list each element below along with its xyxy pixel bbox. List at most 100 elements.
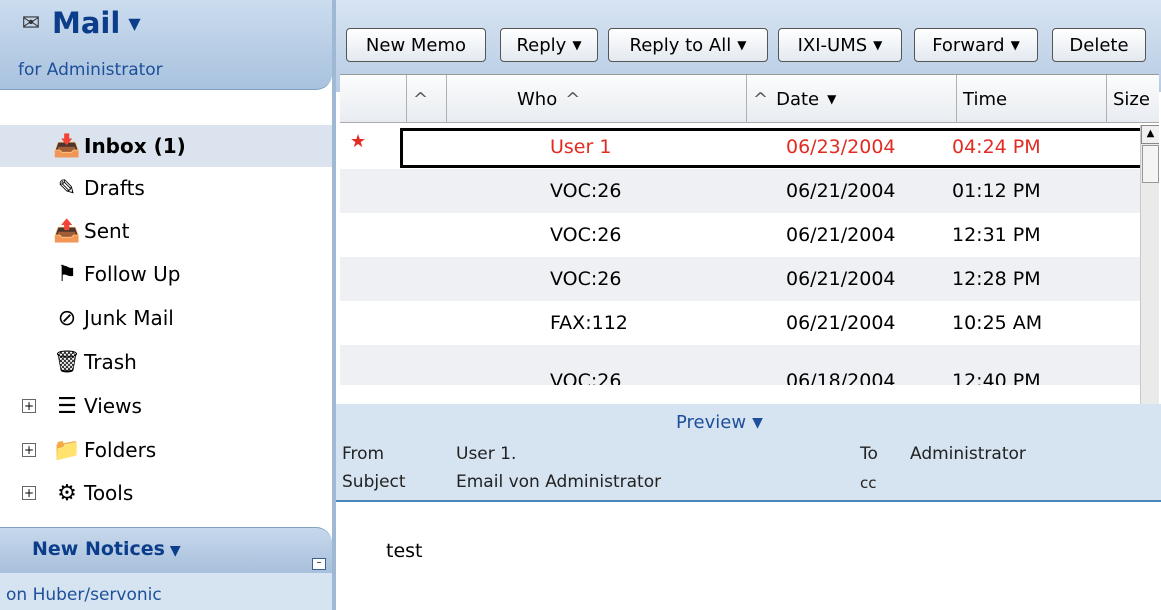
sidebar-item-views[interactable]: + ☰ Views <box>0 385 332 427</box>
from-value: User 1. <box>456 444 517 464</box>
new-notices-header[interactable]: New Notices ▼ – <box>0 527 332 573</box>
sent-icon: 📤 <box>53 218 81 244</box>
cell-date: 06/21/2004 <box>786 312 896 334</box>
column-date[interactable]: ^ Date ▼ <box>746 75 956 123</box>
navigation-pane: ✉ Mail ▼ for Administrator 📥 Inbox (1) ✎… <box>0 0 336 610</box>
message-list: ^ Who ^ ^ Date ▼ Time Size ★ User 1 06/23/2… <box>340 74 1159 404</box>
cell-who: VOC:26 <box>550 268 622 290</box>
scroll-up-icon[interactable]: ▲ <box>1141 125 1159 144</box>
reply-button[interactable]: Reply ▼ <box>500 28 598 62</box>
cell-date: 06/21/2004 <box>786 180 896 202</box>
cell-who: VOC:26 <box>550 224 622 246</box>
sort-icon: ^ <box>753 88 769 110</box>
sidebar-item-trash[interactable]: 🗑 Trash <box>0 341 332 383</box>
views-icon: ☰ <box>57 393 77 419</box>
expand-icon[interactable]: + <box>22 399 36 413</box>
sidebar-item-label: Sent <box>84 219 130 243</box>
cell-who: VOC:26 <box>550 180 622 202</box>
mail-owner: for Administrator <box>18 60 163 80</box>
tools-icon: ⚙ <box>57 480 77 506</box>
follow-up-icon: ⚑ <box>57 261 77 287</box>
vertical-scrollbar[interactable]: ▲ ▼ <box>1140 125 1159 404</box>
preview-toggle[interactable]: Preview ▼ <box>676 412 763 433</box>
sort-icon[interactable]: ^ <box>406 75 446 123</box>
cell-who: VOC:26 <box>550 370 622 385</box>
sidebar-item-junk-mail[interactable]: ⊘ Junk Mail <box>0 297 332 339</box>
chevron-down-icon: ▼ <box>737 38 747 52</box>
minimize-icon[interactable]: – <box>312 558 326 570</box>
cell-date: 06/21/2004 <box>786 268 896 290</box>
new-notices-source: on Huber/servonic <box>0 573 332 610</box>
cell-date: 06/21/2004 <box>786 224 896 246</box>
cell-time: 12:28 PM <box>952 268 1041 290</box>
message-list-header: ^ Who ^ ^ Date ▼ Time Size <box>340 75 1159 123</box>
column-time[interactable]: Time <box>956 75 1106 123</box>
table-row[interactable]: VOC:26 06/21/2004 12:28 PM <box>340 257 1140 301</box>
forward-button[interactable]: Forward ▼ <box>914 28 1038 62</box>
sidebar-item-inbox[interactable]: 📥 Inbox (1) <box>0 125 332 167</box>
chevron-down-icon: ▼ <box>164 543 181 559</box>
sidebar-item-label: Tools <box>84 481 134 505</box>
expand-icon[interactable]: + <box>22 443 36 457</box>
cell-date: 06/23/2004 <box>786 136 896 158</box>
mail-envelope-icon: ✉ <box>21 10 41 36</box>
trash-icon: 🗑 <box>53 349 81 375</box>
drafts-icon: ✎ <box>57 175 77 201</box>
sidebar-item-folders[interactable]: + 📁 Folders <box>0 429 332 471</box>
chevron-down-icon: ▼ <box>827 92 837 106</box>
column-who[interactable]: Who ^ <box>446 75 746 123</box>
preview-body: test <box>336 502 1161 610</box>
folder-icon: 📁 <box>53 437 81 463</box>
from-label: From <box>342 444 385 464</box>
scroll-thumb[interactable] <box>1142 145 1159 183</box>
subject-value: Email von Administrator <box>456 472 662 492</box>
mail-header: ✉ Mail ▼ for Administrator <box>0 0 332 90</box>
column-size[interactable]: Size <box>1106 75 1159 123</box>
chevron-down-icon: ▼ <box>873 38 883 52</box>
to-label: To <box>860 444 878 464</box>
sidebar-item-label: Trash <box>84 350 137 374</box>
chevron-down-icon: ▼ <box>752 414 763 431</box>
ixi-ums-button[interactable]: IXI-UMS ▼ <box>778 28 902 62</box>
reply-to-all-button[interactable]: Reply to All ▼ <box>608 28 768 62</box>
cell-date: 06/18/2004 <box>786 370 896 385</box>
new-memo-button[interactable]: New Memo <box>346 28 486 62</box>
chevron-down-icon: ▼ <box>1010 38 1020 52</box>
table-row[interactable]: VOC:26 06/18/2004 12:40 PM <box>340 345 1140 385</box>
sidebar-item-label: Views <box>84 394 142 418</box>
sidebar-item-label: Folders <box>84 438 157 462</box>
table-row[interactable]: ★ User 1 06/23/2004 04:24 PM <box>340 125 1140 169</box>
new-notices-title: New Notices ▼ <box>32 538 181 560</box>
cell-time: 01:12 PM <box>952 180 1041 202</box>
table-row[interactable]: VOC:26 06/21/2004 01:12 PM <box>340 169 1140 213</box>
sidebar-item-sent[interactable]: 📤 Sent <box>0 210 332 252</box>
sidebar-item-label: Follow Up <box>84 262 181 286</box>
sidebar-item-follow-up[interactable]: ⚑ Follow Up <box>0 253 332 295</box>
mail-title: Mail <box>52 6 121 40</box>
sidebar-item-drafts[interactable]: ✎ Drafts <box>0 167 332 209</box>
junk-mail-icon: ⊘ <box>57 305 77 331</box>
sidebar-item-label: Inbox (1) <box>84 134 186 158</box>
unread-star-icon: ★ <box>350 131 367 152</box>
inbox-icon: 📥 <box>53 133 81 159</box>
cell-time: 10:25 AM <box>952 312 1043 334</box>
expand-icon[interactable]: + <box>22 486 36 500</box>
chevron-down-icon: ▼ <box>572 38 582 52</box>
mail-menu-button[interactable]: ✉ Mail ▼ <box>18 6 141 40</box>
cell-who: FAX:112 <box>550 312 628 334</box>
cell-time: 12:40 PM <box>952 370 1041 385</box>
to-value: Administrator <box>910 444 1026 464</box>
message-body-text: test <box>386 540 423 562</box>
table-row[interactable]: VOC:26 06/21/2004 12:31 PM <box>340 213 1140 257</box>
preview-header: Preview ▼ From User 1. To Administrator S… <box>336 404 1161 502</box>
cell-time: 12:31 PM <box>952 224 1041 246</box>
subject-label: Subject <box>342 472 406 492</box>
sidebar-item-label: Drafts <box>84 176 145 200</box>
cell-time: 04:24 PM <box>952 136 1041 158</box>
sidebar-item-label: Junk Mail <box>84 306 174 330</box>
sort-icon: ^ <box>565 88 581 110</box>
delete-button[interactable]: Delete <box>1052 28 1146 62</box>
chevron-down-icon: ▼ <box>128 13 141 33</box>
sidebar-item-tools[interactable]: + ⚙ Tools <box>0 472 332 514</box>
table-row[interactable]: FAX:112 06/21/2004 10:25 AM <box>340 301 1140 345</box>
